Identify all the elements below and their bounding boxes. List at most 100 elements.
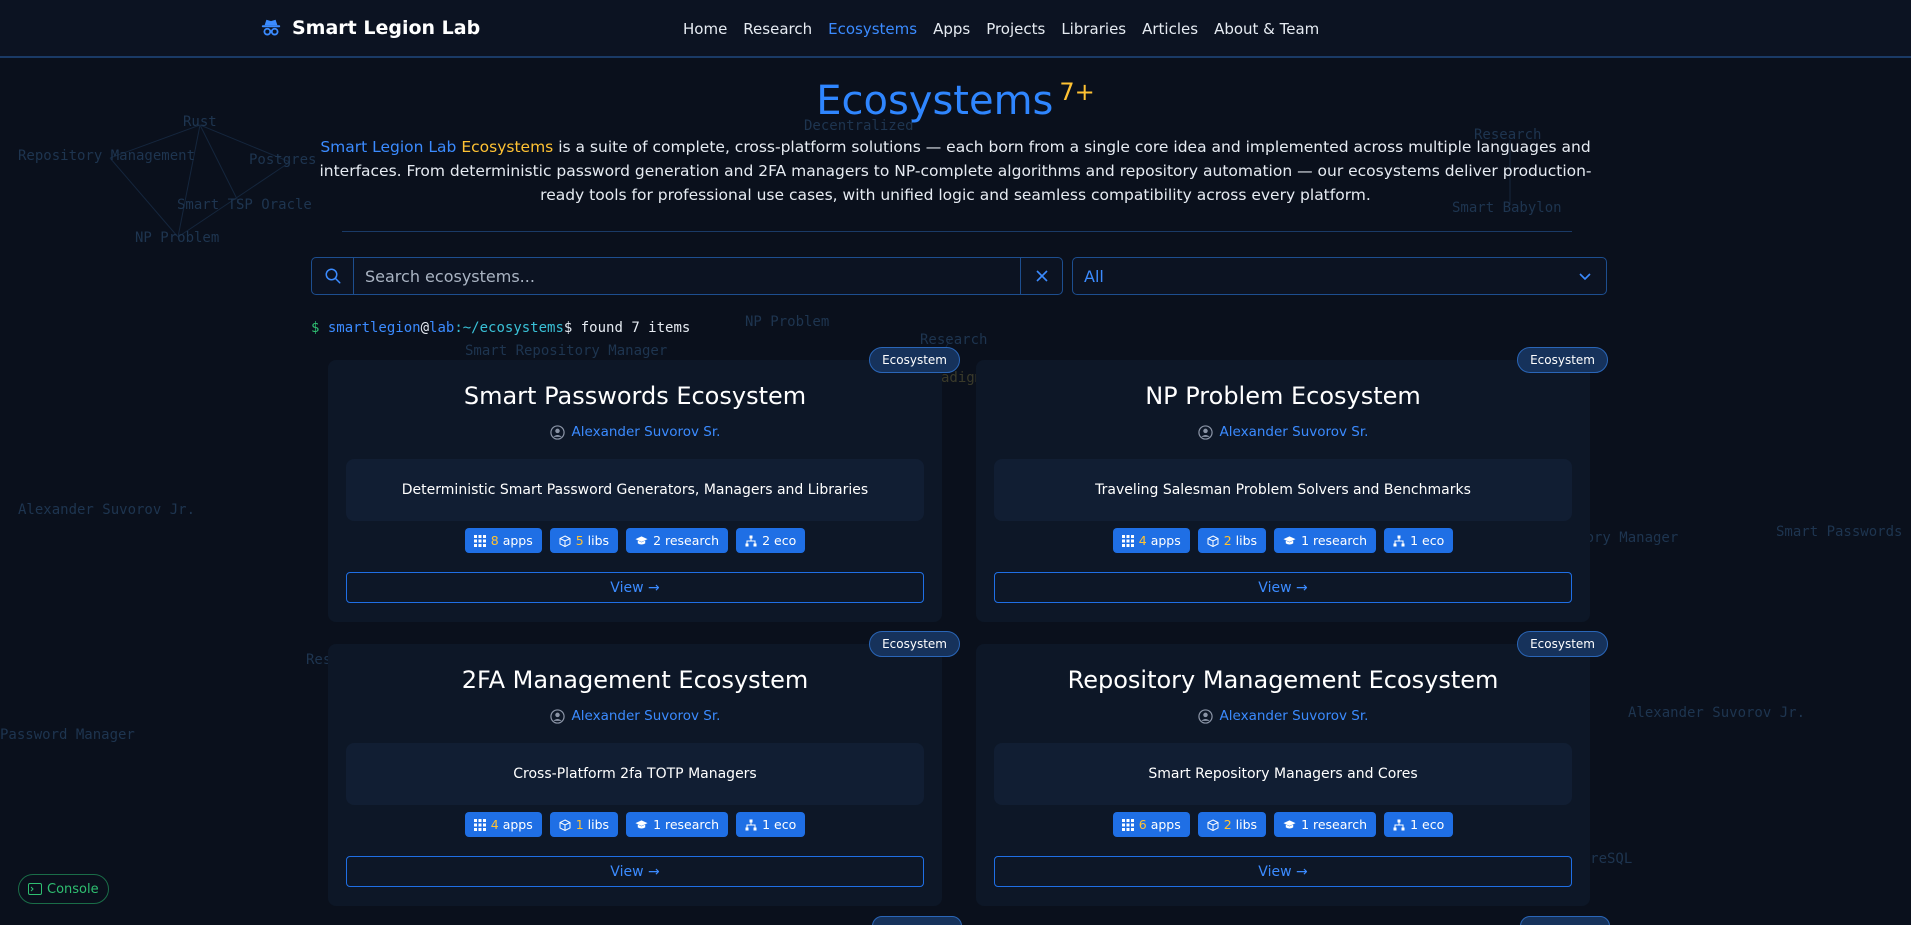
research-count: 1: [653, 817, 662, 832]
card-title[interactable]: Smart Passwords Ecosystem: [328, 382, 942, 410]
view-button[interactable]: View →: [994, 856, 1572, 887]
author-link[interactable]: Alexander Suvorov Sr.: [1220, 424, 1369, 440]
view-button[interactable]: View →: [346, 572, 924, 603]
apps-chip[interactable]: 4 apps: [1112, 528, 1190, 553]
clear-search-button[interactable]: [1020, 258, 1062, 294]
libs-chip[interactable]: 1 libs: [549, 812, 619, 837]
view-button[interactable]: View →: [994, 572, 1572, 603]
card-title[interactable]: Repository Management Ecosystem: [976, 666, 1590, 694]
navbar: Smart Legion Lab Home Research Ecosystem…: [0, 0, 1911, 58]
apps-chip[interactable]: 8 apps: [464, 528, 542, 553]
search-icon: [325, 268, 340, 284]
libs-label: libs: [583, 533, 610, 548]
page-title-text: Ecosystems: [816, 78, 1054, 124]
author-link[interactable]: Alexander Suvorov Sr.: [572, 424, 721, 440]
libs-chip[interactable]: 2 libs: [1197, 528, 1267, 553]
research-count: 1: [1301, 817, 1310, 832]
type-badge: Ecosystem: [869, 631, 960, 657]
libs-label: libs: [1231, 533, 1258, 548]
desc-brand-link[interactable]: Smart Legion Lab: [320, 138, 456, 156]
console-label: Console: [47, 881, 99, 897]
terminal-dollar: $: [563, 320, 581, 336]
nav-research[interactable]: Research: [743, 20, 812, 38]
apps-count: 4: [1138, 533, 1147, 548]
bg-word: Smart Passwords: [1776, 524, 1903, 540]
diagram-icon: [745, 535, 757, 546]
card-title[interactable]: 2FA Management Ecosystem: [328, 666, 942, 694]
card-description: Smart Repository Managers and Cores: [994, 743, 1572, 805]
nav-ecosystems[interactable]: Ecosystems: [828, 20, 917, 38]
grid-icon: [473, 534, 486, 547]
terminal-path: :~/ecosystems: [454, 320, 564, 336]
brand-link[interactable]: Smart Legion Lab: [260, 17, 480, 39]
console-button[interactable]: Console: [18, 874, 109, 904]
terminal-prompt: $: [311, 320, 328, 336]
nav-apps[interactable]: Apps: [933, 20, 970, 38]
libs-count: 2: [1223, 817, 1232, 832]
eco-chip[interactable]: 2 eco: [736, 528, 806, 553]
eco-label: eco: [1418, 533, 1445, 548]
nav-about-team[interactable]: About & Team: [1214, 20, 1319, 38]
graduation-cap-icon: [1283, 535, 1296, 544]
chevron-down-icon: [1579, 273, 1591, 281]
ecosystem-card: Ecosystem 2FA Management Ecosystem Alexa…: [328, 631, 960, 906]
stats-chips: 4 apps 2 libs 1 research 1 eco: [976, 528, 1590, 553]
type-badge: Ecosystem: [1517, 631, 1608, 657]
apps-count: 8: [490, 533, 499, 548]
libs-chip[interactable]: 5 libs: [549, 528, 619, 553]
card-author: Alexander Suvorov Sr.: [976, 424, 1590, 440]
card-title[interactable]: NP Problem Ecosystem: [976, 382, 1590, 410]
libs-label: libs: [1231, 817, 1258, 832]
user-circle-icon: [1197, 708, 1213, 724]
terminal-icon: [28, 883, 42, 895]
libs-chip[interactable]: 2 libs: [1197, 812, 1267, 837]
research-chip[interactable]: 2 research: [626, 528, 729, 553]
diagram-icon: [1393, 535, 1405, 546]
apps-label: apps: [1146, 533, 1181, 548]
filter-selected-value: All: [1084, 266, 1104, 286]
research-chip[interactable]: 1 research: [1274, 812, 1377, 837]
user-circle-icon: [549, 708, 565, 724]
nav-libraries[interactable]: Libraries: [1061, 20, 1126, 38]
close-icon: [1035, 270, 1048, 282]
search-input[interactable]: [354, 258, 1020, 294]
eco-chip[interactable]: 1 eco: [1384, 812, 1454, 837]
eco-chip[interactable]: 1 eco: [736, 812, 806, 837]
libs-count: 2: [1223, 533, 1232, 548]
next-card-badge: [1520, 916, 1610, 925]
research-chip[interactable]: 1 research: [626, 812, 729, 837]
apps-chip[interactable]: 4 apps: [464, 812, 542, 837]
bg-word: Repository Management: [18, 148, 196, 164]
search-bar: [311, 257, 1063, 295]
bg-word: Smart TSP Oracle: [177, 197, 312, 213]
grid-icon: [1121, 534, 1134, 547]
user-circle-icon: [1197, 424, 1213, 440]
bg-word: Alexander Suvorov Jr.: [1628, 705, 1806, 721]
view-button[interactable]: View →: [346, 856, 924, 887]
terminal-at: @: [420, 320, 430, 336]
nav-articles[interactable]: Articles: [1142, 20, 1198, 38]
ecosystem-count-badge: 7+: [1059, 78, 1095, 106]
search-button[interactable]: [312, 258, 354, 294]
bg-word: Password Manager: [0, 727, 135, 743]
graduation-cap-icon: [1283, 819, 1296, 828]
research-label: research: [1309, 533, 1368, 548]
research-count: 1: [1301, 533, 1310, 548]
stats-chips: 4 apps 1 libs 1 research 1 eco: [328, 812, 942, 837]
card-author: Alexander Suvorov Sr.: [328, 708, 942, 724]
bg-word: Alexander Suvorov Jr.: [18, 502, 196, 518]
author-link[interactable]: Alexander Suvorov Sr.: [572, 708, 721, 724]
author-link[interactable]: Alexander Suvorov Sr.: [1220, 708, 1369, 724]
eco-chip[interactable]: 1 eco: [1384, 528, 1454, 553]
nav-projects[interactable]: Projects: [986, 20, 1045, 38]
eco-label: eco: [1418, 817, 1445, 832]
ecosystem-card: Ecosystem Smart Passwords Ecosystem Alex…: [328, 347, 960, 622]
research-chip[interactable]: 1 research: [1274, 528, 1377, 553]
libs-count: 1: [575, 817, 584, 832]
apps-chip[interactable]: 6 apps: [1112, 812, 1190, 837]
eco-count: 1: [762, 817, 771, 832]
category-filter-select[interactable]: All: [1072, 257, 1607, 295]
research-count: 2: [653, 533, 662, 548]
nav-home[interactable]: Home: [683, 20, 727, 38]
nav-menu: Home Research Ecosystems Apps Projects L…: [683, 20, 1335, 38]
